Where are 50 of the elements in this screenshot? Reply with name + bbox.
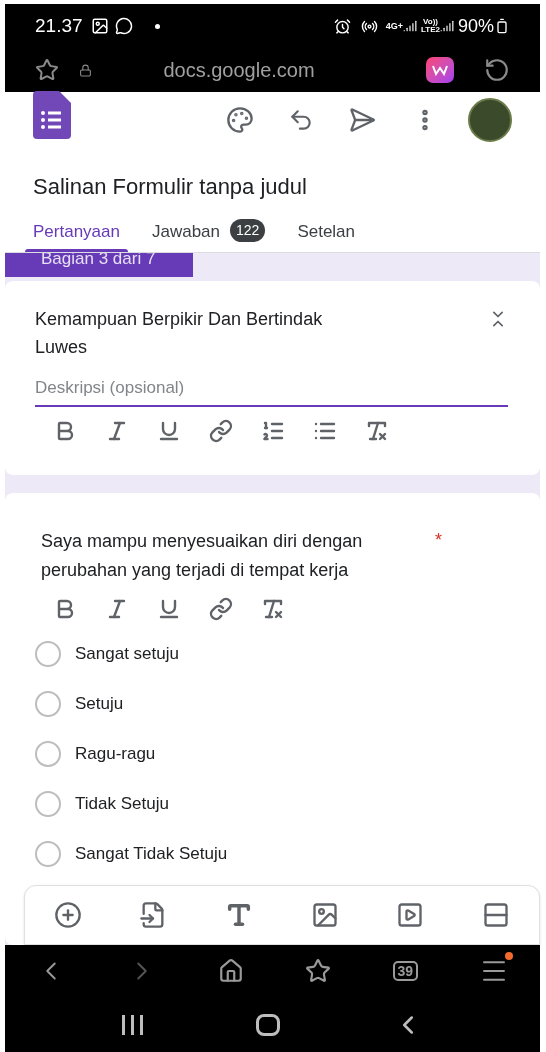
radio-button[interactable]	[35, 741, 61, 767]
image-icon	[90, 17, 109, 35]
radio-button[interactable]	[35, 791, 61, 817]
tab[interactable]: Setelan	[289, 219, 364, 252]
link-icon[interactable]	[209, 597, 233, 621]
battery-icon	[494, 18, 510, 34]
network-label: Vo)) LTE2	[421, 18, 440, 34]
chat-icon	[114, 17, 133, 35]
form-title: Salinan Formulir tanpa judul	[32, 173, 308, 201]
clear-formatting-icon[interactable]	[261, 597, 285, 621]
video-icon[interactable]	[396, 901, 425, 929]
home-button-icon[interactable]	[256, 1013, 280, 1036]
bookmarks-icon[interactable]	[305, 958, 332, 984]
underline-icon[interactable]	[157, 597, 181, 621]
extension-icon[interactable]	[426, 57, 454, 83]
tab[interactable]: Jawaban 122	[143, 219, 274, 252]
undo-icon[interactable]	[288, 107, 314, 133]
reload-icon[interactable]	[484, 57, 510, 83]
option-label: Ragu-ragu	[75, 743, 156, 766]
section-icon[interactable]	[482, 901, 511, 929]
radio-button[interactable]	[35, 641, 61, 667]
add-question-icon[interactable]	[53, 901, 82, 929]
tabs-button[interactable]: 39	[392, 961, 419, 981]
network-label: 4G+	[385, 21, 403, 31]
clock-time: 21.37	[35, 13, 83, 38]
tab[interactable]: Pertanyaan	[25, 219, 128, 252]
send-icon[interactable]	[348, 106, 376, 134]
image-icon[interactable]	[310, 901, 339, 929]
question-text: Saya mampu menyesuaikan diri dengan perubahan yang terjadi di tempat kerja	[41, 530, 364, 582]
signal-icon	[439, 19, 454, 33]
avatar[interactable]	[468, 98, 512, 142]
bookmark-star-icon[interactable]	[35, 58, 59, 82]
battery-percent: 90%	[457, 14, 494, 38]
recent-apps-icon[interactable]	[121, 1014, 143, 1035]
alarm-icon	[333, 17, 351, 35]
option-label: Sangat setuju	[75, 643, 179, 666]
option-label: Setuju	[75, 693, 124, 716]
option-label: Sangat Tidak Setuju	[75, 843, 228, 866]
lock-icon	[79, 63, 92, 77]
home-icon[interactable]	[218, 958, 245, 984]
palette-icon[interactable]	[226, 106, 254, 134]
radio-button[interactable]	[35, 841, 61, 867]
response-count-badge: 122	[230, 219, 266, 242]
radio-button[interactable]	[35, 691, 61, 717]
link-icon[interactable]	[209, 418, 233, 443]
section-title: Kemampuan Berpikir Dan Bertindak Luwes	[35, 308, 324, 359]
description-field[interactable]: Deskripsi (opsional)	[35, 375, 508, 407]
required-mark: *	[435, 529, 442, 552]
signal-icon	[403, 19, 417, 33]
option-label: Tidak Setuju	[75, 793, 169, 816]
